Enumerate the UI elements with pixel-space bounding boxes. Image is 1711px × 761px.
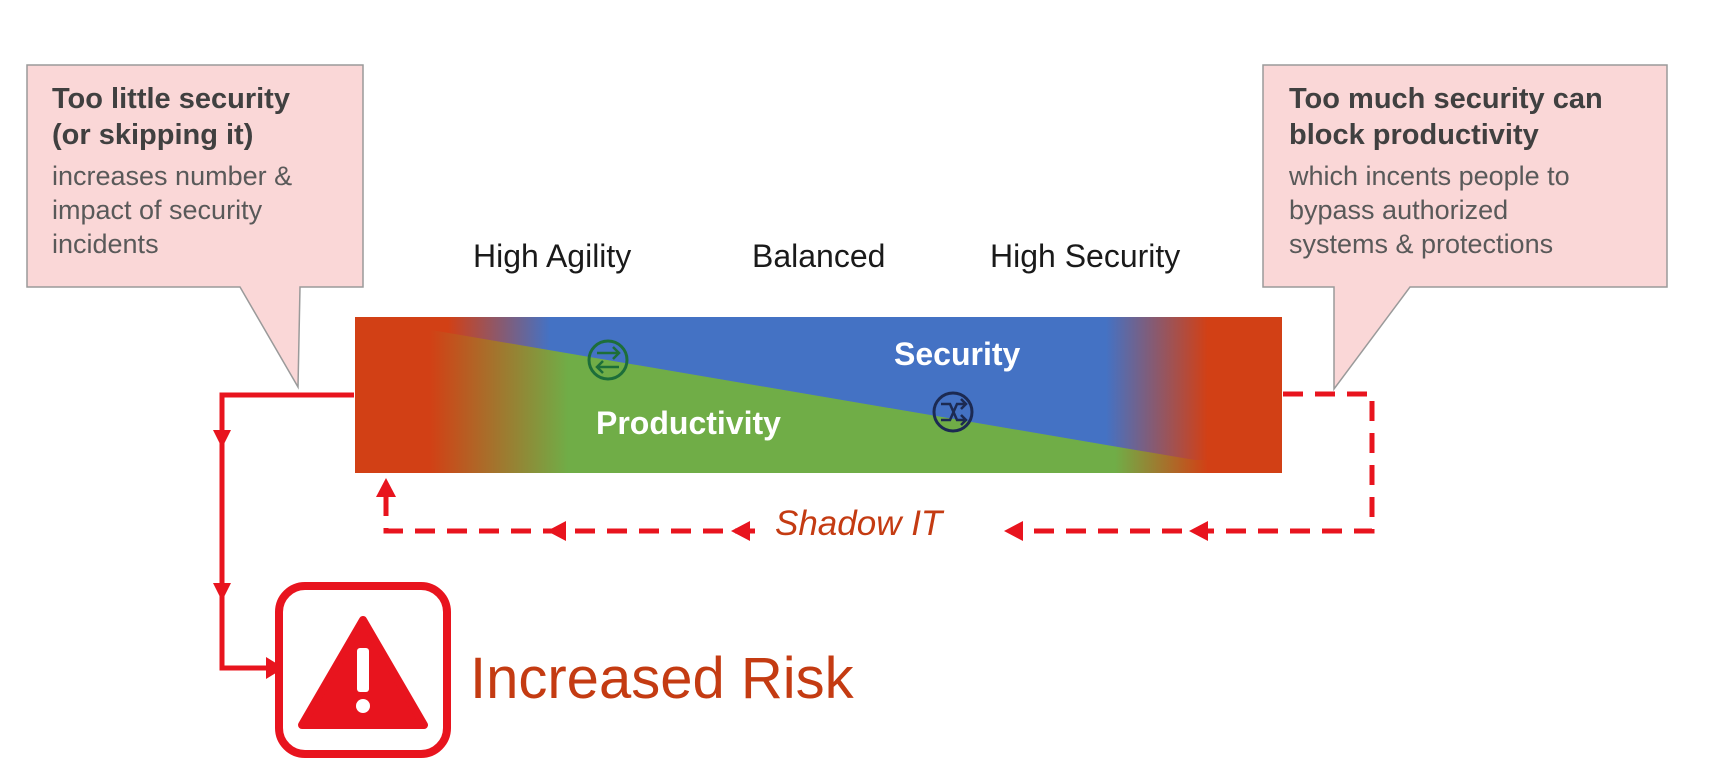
right-callout-text: Too much security can block productivity… <box>1289 81 1603 261</box>
left-callout-body-line1: increases number & <box>52 161 293 191</box>
left-callout-title-line1: Too little security <box>52 83 290 115</box>
right-callout-title-line1: Too much security can <box>1289 83 1603 115</box>
band-label-security: Security <box>894 336 1021 372</box>
zone-label-high-agility: High Agility <box>473 238 632 274</box>
zone-label-balanced: Balanced <box>752 238 886 274</box>
left-callout-body: increases number & impact of security in… <box>52 159 292 261</box>
left-callout-text: Too little security (or skipping it) inc… <box>52 81 292 261</box>
left-callout-body-line2: impact of security <box>52 195 263 225</box>
right-callout-title-line2: block productivity <box>1289 119 1539 151</box>
warning-triangle-icon <box>275 582 451 758</box>
right-callout-body-line2: bypass authorized <box>1289 195 1509 225</box>
increased-risk-label: Increased Risk <box>470 646 854 711</box>
security-productivity-band <box>355 317 1282 473</box>
zone-label-high-security: High Security <box>990 238 1181 274</box>
left-callout-title-line2: (or skipping it) <box>52 119 254 151</box>
right-callout-body: which incents people to bypass authorize… <box>1289 159 1603 261</box>
left-callout-body-line3: incidents <box>52 229 159 259</box>
right-callout-body-line3: systems & protections <box>1289 229 1554 259</box>
band-label-productivity: Productivity <box>596 405 781 441</box>
shadow-it-label: Shadow IT <box>775 504 943 543</box>
right-callout-body-line1: which incents people to <box>1289 161 1570 191</box>
